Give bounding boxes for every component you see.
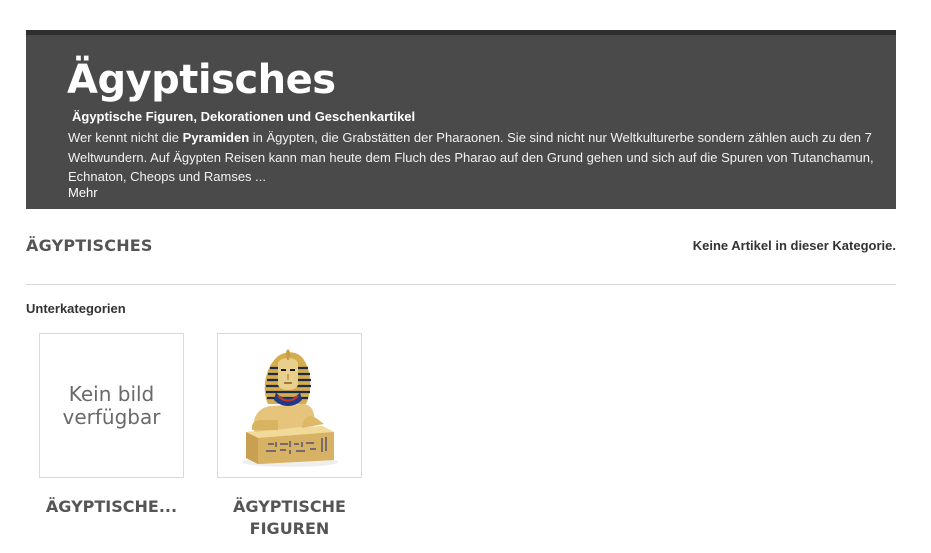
divider (26, 284, 896, 285)
subcategories-label: Unterkategorien (26, 301, 126, 316)
subcategory-thumbnail[interactable] (217, 333, 362, 478)
banner-text-bold: Pyramiden (182, 130, 250, 145)
subcategory-tile[interactable]: ÄGYPTISCHE FIGUREN (217, 333, 362, 538)
subcategory-name[interactable]: ÄGYPTISCHE... (19, 496, 204, 518)
sphinx-figurine-icon (242, 349, 338, 467)
banner-title: Ägyptisches (67, 57, 336, 103)
empty-category-message: Keine Artikel in dieser Kategorie. (692, 238, 896, 253)
banner-description: Wer kennt nicht die Pyramiden in Ägypten… (68, 128, 888, 187)
category-heading: ÄGYPTISCHES (26, 236, 153, 255)
no-image-placeholder: Kein bild verfügbar (62, 381, 161, 429)
subcategory-name[interactable]: ÄGYPTISCHE FIGUREN (197, 496, 382, 540)
banner-text-start: Wer kennt nicht die (68, 130, 183, 145)
category-banner: Ägyptisches Ägyptische Figuren, Dekorati… (26, 30, 896, 209)
subcategory-tile[interactable]: Kein bild verfügbar ÄGYPTISCHE... (39, 333, 184, 516)
more-link[interactable]: Mehr (68, 185, 98, 201)
banner-subtitle: Ägyptische Figuren, Dekorationen und Ges… (72, 109, 416, 124)
subcategory-thumbnail[interactable]: Kein bild verfügbar (39, 333, 184, 478)
